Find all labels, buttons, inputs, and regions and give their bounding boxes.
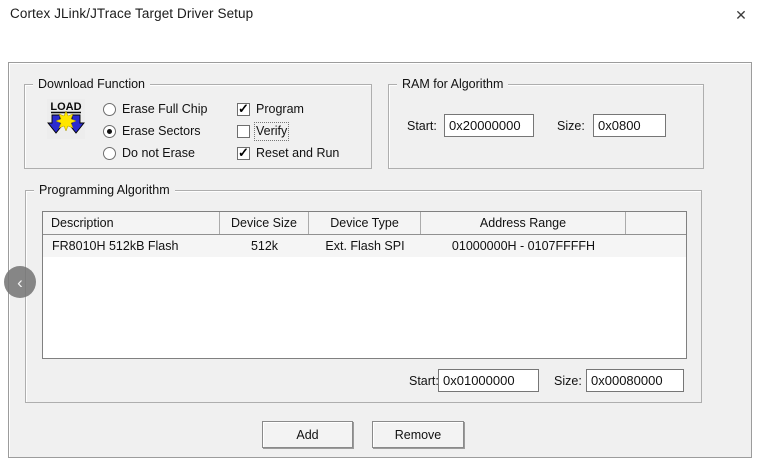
checkbox-label: Program <box>256 102 304 117</box>
jlink-setup-dialog: Cortex JLink/JTrace Target Driver Setup … <box>0 0 759 465</box>
radio-do-not-erase[interactable]: Do not Erase <box>103 145 195 161</box>
checkbox-label: Verify <box>256 124 287 139</box>
checkbox-label: Reset and Run <box>256 146 339 161</box>
radio-selected-icon <box>103 125 116 138</box>
flash-start-input[interactable] <box>438 369 539 392</box>
ram-for-algorithm-group: RAM for Algorithm Start: Size: <box>388 84 704 169</box>
cell-address-range: 01000000H - 0107FFFFH <box>421 235 626 257</box>
add-button[interactable]: Add <box>262 421 353 448</box>
flash-size-input[interactable] <box>586 369 684 392</box>
ram-start-input[interactable] <box>444 114 534 137</box>
ram-size-input[interactable] <box>593 114 666 137</box>
flash-start-label: Start: <box>409 374 439 388</box>
download-function-title: Download Function <box>33 77 150 92</box>
cell-device-type: Ext. Flash SPI <box>309 235 421 257</box>
cell-device-size: 512k <box>220 235 309 257</box>
checkbox-program[interactable]: Program <box>237 101 304 117</box>
back-chevron-overlay[interactable]: ‹ <box>4 266 36 298</box>
checkbox-checked-icon <box>237 103 250 116</box>
checkbox-checked-icon <box>237 147 250 160</box>
radio-icon <box>103 103 116 116</box>
ram-for-algorithm-title: RAM for Algorithm <box>397 77 508 92</box>
radio-icon <box>103 147 116 160</box>
table-header-description[interactable]: Description <box>43 212 220 234</box>
radio-label: Erase Sectors <box>122 124 201 139</box>
checkbox-reset-and-run[interactable]: Reset and Run <box>237 145 339 161</box>
close-icon[interactable]: ✕ <box>727 3 755 28</box>
title-bar: Cortex JLink/JTrace Target Driver Setup … <box>0 0 759 30</box>
ram-size-label: Size: <box>557 119 585 133</box>
radio-label: Do not Erase <box>122 146 195 161</box>
checkbox-verify[interactable]: Verify <box>237 123 287 139</box>
flash-size-label: Size: <box>554 374 582 388</box>
programming-algorithm-group: Programming Algorithm Description Device… <box>25 190 702 403</box>
ram-start-label: Start: <box>407 119 437 133</box>
chevron-left-icon: ‹ <box>17 274 23 291</box>
remove-button[interactable]: Remove <box>372 421 464 448</box>
checkbox-unchecked-icon <box>237 125 250 138</box>
dialog-title: Cortex JLink/JTrace Target Driver Setup <box>10 6 253 21</box>
algorithm-table: Description Device Size Device Type Addr… <box>42 211 687 359</box>
table-header-row: Description Device Size Device Type Addr… <box>43 212 686 235</box>
tab-strip: Debug Trace Flash Download <box>0 30 759 62</box>
download-function-group: Download Function LOAD Erase Full Chip E… <box>24 84 372 169</box>
table-header-device-type[interactable]: Device Type <box>309 212 421 234</box>
table-row[interactable]: FR8010H 512kB Flash 512k Ext. Flash SPI … <box>43 235 686 257</box>
radio-erase-full-chip[interactable]: Erase Full Chip <box>103 101 207 117</box>
table-header-address-range[interactable]: Address Range <box>421 212 626 234</box>
programming-algorithm-title: Programming Algorithm <box>34 183 175 198</box>
cell-description: FR8010H 512kB Flash <box>43 235 220 257</box>
radio-label: Erase Full Chip <box>122 102 207 117</box>
table-header-device-size[interactable]: Device Size <box>220 212 309 234</box>
cell-extra <box>626 235 686 257</box>
radio-erase-sectors[interactable]: Erase Sectors <box>103 123 201 139</box>
load-flash-icon: LOAD <box>47 99 85 139</box>
table-header-extra <box>626 212 686 234</box>
